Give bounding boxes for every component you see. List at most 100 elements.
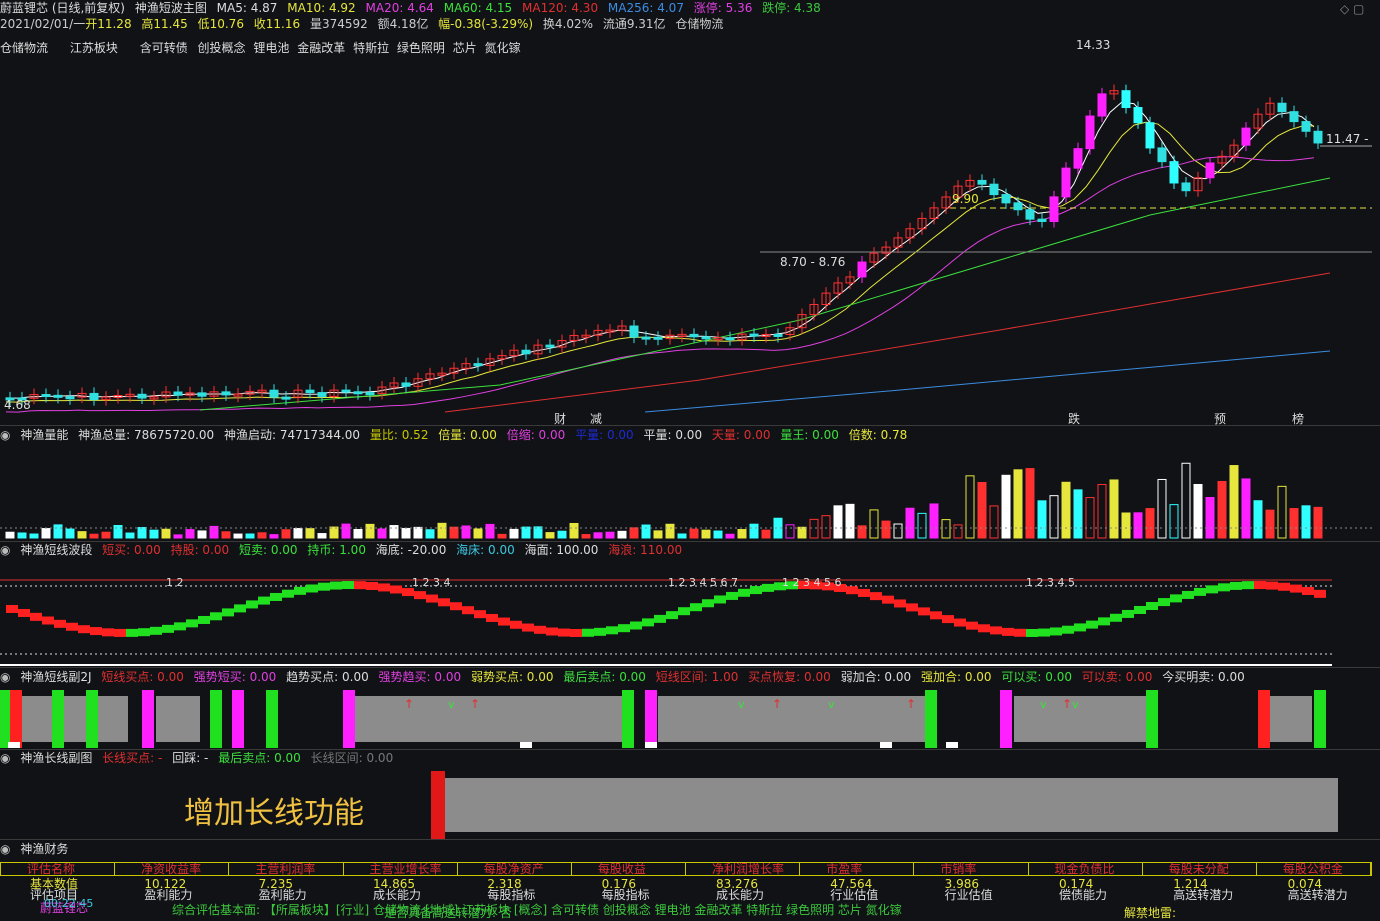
signal-bar: [1314, 690, 1326, 748]
candle-body: [1241, 127, 1251, 146]
volume-bar: [629, 527, 639, 539]
wave-block: [1146, 601, 1158, 610]
signal-bar: [86, 690, 98, 748]
candle-body: [1145, 122, 1155, 149]
footer-info: 综合评估基本面: 【所属板块】[行业] 仓储物流 [地域] 江苏板块 [概念] …: [172, 903, 902, 917]
panel-name: 神渔长线副图: [20, 751, 93, 765]
volume-bar: [785, 524, 795, 539]
wave-block: [282, 589, 294, 598]
volume-bar: [1241, 478, 1251, 539]
sig-item: 弱加合: 0.00: [840, 670, 912, 684]
wave-block: [1062, 625, 1074, 634]
volume-bar: [53, 524, 63, 539]
wave-count: 1 2 3 4 5 6: [782, 576, 842, 589]
volume-bar: [869, 509, 879, 539]
candle-body: [641, 336, 651, 340]
wave-block: [6, 605, 18, 613]
volume-bar: [713, 530, 723, 539]
wave-block: [270, 592, 282, 601]
wave-block: [330, 581, 342, 590]
volume-bar: [365, 523, 375, 539]
table-header-cell: 每股未分配: [1143, 863, 1257, 875]
volume-bar: [29, 533, 39, 539]
wave-sea-surface: 海面: 100.00: [524, 543, 599, 557]
long-item: 最后卖点: 0.00: [218, 751, 301, 765]
wave-block: [150, 626, 162, 635]
wave-block: [582, 628, 594, 637]
wave-block: [210, 612, 222, 621]
wave-block: [654, 614, 666, 623]
candle-body: [1001, 194, 1011, 204]
candle-body: [89, 392, 99, 401]
finance-row-eval: 评估项目 盈利能力 盈利能力 成长能力 每股指标 每股指标 成长能力 行业估值 行业估值 偿债能力…: [0, 889, 1372, 901]
volume-bar: [845, 503, 855, 539]
vol-king: 量王: 0.00: [780, 428, 839, 442]
candle-body: [365, 392, 375, 396]
volume-bar: [917, 512, 927, 539]
wave-block: [666, 611, 678, 620]
volume-bar: [929, 503, 939, 539]
wave-block: [246, 600, 258, 609]
candle-body: [1061, 167, 1071, 198]
candle-body: [1277, 102, 1287, 113]
wave-block: [726, 591, 738, 600]
wave-block: [138, 628, 150, 637]
down-mark-icon: v: [448, 698, 455, 711]
wave-block: [318, 582, 330, 591]
wave-block: [258, 596, 270, 605]
volume-bar: [1097, 484, 1107, 539]
panel-dot-icon[interactable]: ◉: [0, 751, 10, 765]
ma-line: [5, 101, 1315, 399]
signal-range: [156, 696, 200, 742]
volume-chart: [0, 462, 1372, 539]
candle-body: [137, 393, 147, 399]
volume-bar: [1049, 495, 1059, 539]
candle-body: [221, 391, 231, 396]
wave-block: [606, 626, 618, 635]
sig-item: 短线买点: 0.00: [101, 670, 184, 684]
wave-block: [1098, 617, 1110, 626]
wave-block: [306, 584, 318, 593]
volume-bar: [533, 526, 543, 539]
volume-bar: [797, 526, 807, 539]
vol-shrink: 倍缩: 0.00: [506, 428, 566, 442]
volume-bar: [509, 528, 519, 539]
candle-body: [1133, 107, 1143, 124]
wave-block: [498, 617, 510, 626]
candle-body: [1181, 182, 1191, 192]
sig-item: 强势趋买: 0.00: [378, 670, 462, 684]
volume-bar: [293, 528, 303, 539]
wave-block: [1110, 613, 1122, 622]
panel-dot-icon[interactable]: ◉: [0, 842, 10, 856]
wave-header: ◉ 神渔短线波段 短买: 0.00 持股: 0.00 短卖: 0.00 持币: …: [0, 542, 688, 558]
volume-bar: [677, 533, 687, 539]
candle-body: [1121, 90, 1131, 109]
table-header-cell: 主营利润率: [229, 863, 344, 875]
volume-bar: [641, 524, 651, 539]
candle-body: [173, 391, 183, 396]
signal-mark: [946, 742, 958, 748]
candle-body: [977, 179, 987, 185]
panel-dot-icon[interactable]: ◉: [0, 543, 10, 557]
volume-bar: [1301, 505, 1311, 539]
panel-dot-icon[interactable]: ◉: [0, 428, 10, 442]
table-header-cell: 净利润增长率: [686, 863, 801, 875]
volume-bar: [173, 534, 183, 539]
volume-bar: [1085, 497, 1095, 539]
wave-block: [966, 621, 978, 630]
wave-block: [1302, 586, 1314, 595]
volume-bar: [17, 532, 27, 539]
signal-bar: [622, 690, 634, 748]
wave-block: [1170, 594, 1182, 603]
panel-dot-icon[interactable]: ◉: [0, 670, 10, 684]
up-arrow-icon: ↑: [906, 697, 916, 711]
wave-block: [738, 588, 750, 597]
candle-body: [1013, 202, 1023, 211]
candle-body: [689, 333, 699, 338]
signal-chart: ↑ ↑ ↑ ↑ ↑v v v v v: [0, 690, 1326, 748]
volume-bar: [329, 526, 339, 539]
mid-price-label: 9.90: [952, 192, 979, 206]
wave-block: [1254, 581, 1266, 590]
volume-bar: [1265, 509, 1275, 539]
wave-block: [1314, 589, 1326, 598]
